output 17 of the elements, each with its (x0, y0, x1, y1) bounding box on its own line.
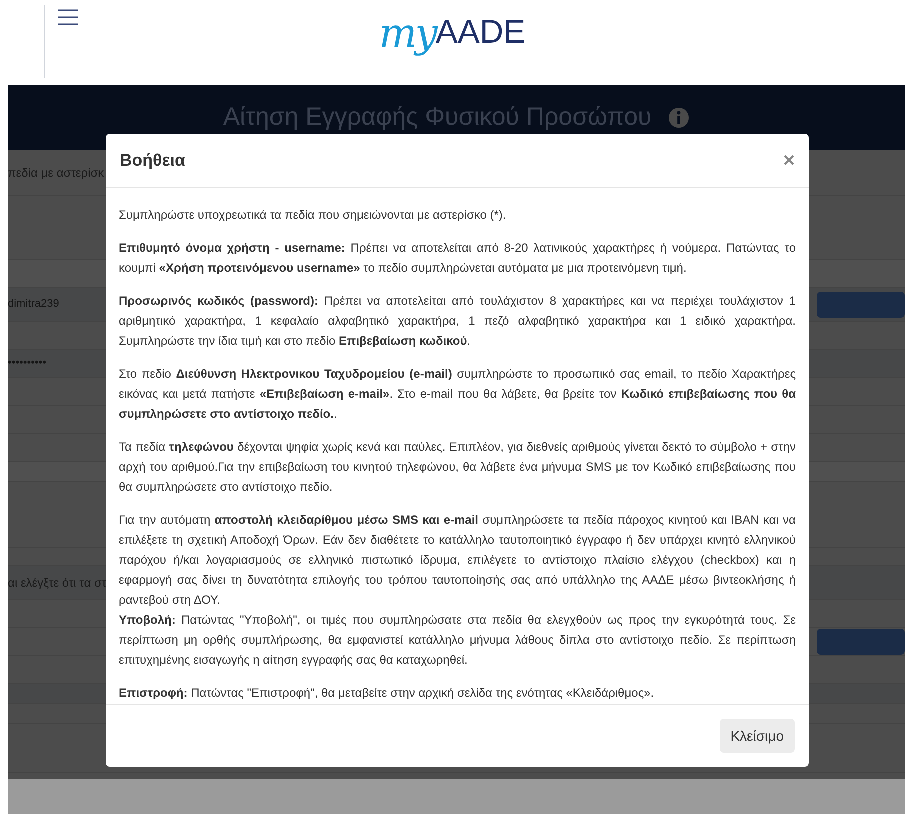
help-paragraph: Επιθυμητό όνομα χρήστη - username: Πρέπει να αποτελείται από 8-20 λατινικούς χαρακτήρες ή νούμερα. Πατώντας το κουμπί «Χρήση προτεινόμενου username» το πεδίο συμπληρώνεται αυτόματα με μια προτεινόμενη τιμή. (119, 240, 796, 277)
form-button[interactable] (817, 628, 905, 654)
help-paragraph: Συμπληρώστε υποχρεωτικά τα πεδία που σημειώνονται με αστερίσκο (*). (119, 207, 508, 224)
help-paragraph: Για την αυτόματη αποστολή κλειδαρίθμου μέσω SMS και e-mail συμπληρώσετε τα πεδία πάροχος κινητού και IBAN και να επιλέξετε τη σχετική Αποδοχή Όρων. Εάν δεν διαθέτετε το κατάλληλο ταυτοποιητικό έγγραφο ή δεν υπάρχει κινητό ελληνικού παρόχου ή/και λογαριασμούς σε ελληνικό πιστωτικό ίδρυμα, επιλέγετε το αντίστοιχο πλαίσιο ελέγχου (checkbox) και η εφαρμογή σας δίνει τη δυνατότητα επιλογής του τρόπου ταυτοποίησής σας από υπάλληλο της ΑΑΔΕ μέσω βιντεοκλήσης ή ραντεβού στη ΔΟΥ. (119, 512, 796, 609)
help-paragraph: Υποβολή: Πατώντας "Υποβολή", οι τιμές που συμπληρώσατε στα πεδία θα ελεγχθούν ως προς την εγκυρότητά τους. Σε περίπτωση μη ορθής συμπλήρωσης, θα εμφανιστεί κατάλληλο μήνυμα λάθους δίπλα στο αντίστοιχο πεδίο. Σε περίπτωση επιτυχημένης εισαγωγής η αίτηση εγγραφής σας θα καταχωρηθεί. (119, 612, 796, 669)
logo[interactable]: myAADE (379, 10, 526, 70)
close-button[interactable]: × (783, 150, 795, 170)
help-paragraph: Τα πεδία τηλεφώνου δέχονται ψηφία χωρίς κενά και παύλες. Επιπλέον, για διεθνείς αριθμούς γίνεται δεκτό το σύμβολο + στην αρχή του αριθμού.Για την επιβεβαίωση του κινητού τηλεφώνου, θα λάβετε ένα μήνυμα SMS με τον Κωδικό επιβεβαίωσης που θα συμπληρώσετε στο αντίστοιχο πεδίο. (119, 439, 796, 496)
menu-icon[interactable] (57, 9, 79, 26)
dialog-title: Βοήθεια (120, 150, 186, 172)
help-paragraph: Προσωρινός κωδικός (password): Πρέπει να αποτελείται από τουλάχιστον 8 χαρακτήρες και να περιέχει τουλάχιστον 1 αριθμητικό χαρακτήρα, 1 κεφαλαίο αλφαβητικό χαρακτήρα, 1 πεζό αλφαβητικό χαρακτήρα και 1 ειδικό χαρακτήρα. Συμπληρώστε την ίδια τιμή και στο πεδίο Επιβεβαίωση κωδικού. (119, 293, 796, 350)
field-value: •••••••••• (8, 356, 47, 372)
form-button[interactable] (817, 292, 905, 318)
help-paragraph: Επιστροφή: Πατώντας "Επιστροφή", θα μεταβείτε στην αρχική σελίδα της ενότητας «Κλειδάριθμος». (119, 685, 656, 702)
info-icon[interactable] (668, 106, 690, 128)
close-button[interactable]: Κλείσιμο (720, 719, 795, 753)
help-paragraph: Στο πεδίο Διεύθυνση Ηλεκτρονικου Ταχυδρομείου (e-mail) συμπληρώστε το προσωπικό σας email, το πεδίο Χαρακτήρες εικόνας και μετά πατήστε «Επιβεβαίωση e-mail». Στο e-mail που θα λάβετε, θα βρείτε τον Κωδικό επιβεβαίωσης που θα συμπληρώσετε στο αντίστοιχο πεδίο.. (119, 366, 796, 423)
